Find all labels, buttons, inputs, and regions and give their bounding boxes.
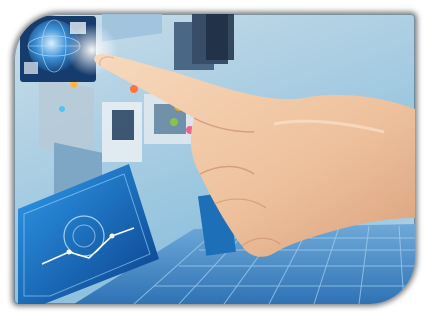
hero-photo [14,14,415,304]
panel-right [206,14,234,60]
image-frame [0,0,429,318]
photo-illustration [18,14,415,304]
